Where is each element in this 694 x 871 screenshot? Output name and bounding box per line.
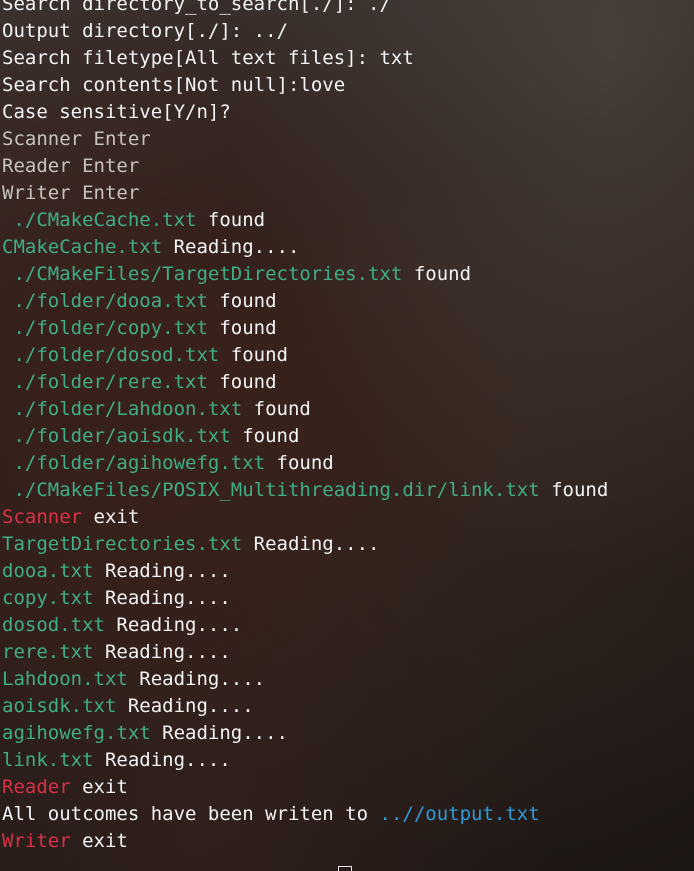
line-text: Scanner Enter (2, 128, 151, 150)
file-path: ./folder/dooa.txt (2, 290, 208, 312)
text-cursor-icon (338, 866, 352, 871)
terminal-line: Output directory[./]: ../ (2, 18, 694, 45)
terminal-line: ./folder/rere.txt found (2, 369, 694, 396)
terminal-line: Scanner Enter (2, 126, 694, 153)
terminal-line: ./folder/Lahdoon.txt found (2, 396, 694, 423)
thread-name: Writer (2, 830, 71, 852)
status-text: exit (70, 776, 128, 798)
terminal-line: Writer exit (2, 828, 694, 855)
terminal-line: Case sensitive[Y/n]? (2, 99, 694, 126)
terminal-line: ./folder/dosod.txt found (2, 342, 694, 369)
terminal-line: Scanner exit (2, 504, 694, 531)
terminal-line: TargetDirectories.txt Reading.... (2, 531, 694, 558)
terminal-line: Writer Enter (2, 180, 694, 207)
file-path: aoisdk.txt (2, 695, 117, 717)
terminal-line: ./CMakeFiles/POSIX_Multithreading.dir/li… (2, 477, 694, 504)
file-path: ./folder/agihowefg.txt (2, 452, 266, 474)
terminal-line: ./CMakeFiles/TargetDirectories.txt found (2, 261, 694, 288)
file-path: ./folder/rere.txt (2, 371, 208, 393)
status-text: found (207, 290, 277, 312)
status-text: found (402, 263, 472, 285)
status-text: Reading.... (242, 533, 380, 555)
output-path: ..//output.txt (379, 803, 540, 825)
terminal-line: ./folder/copy.txt found (2, 315, 694, 342)
file-path: ./folder/Lahdoon.txt (2, 398, 243, 420)
line-text: Reader Enter (2, 155, 140, 177)
status-text: found (539, 479, 609, 501)
terminal-line: ./CMakeCache.txt found (2, 207, 694, 234)
file-path: copy.txt (2, 587, 94, 609)
terminal-line: rere.txt Reading.... (2, 639, 694, 666)
file-path: dooa.txt (2, 560, 94, 582)
status-text: Reading.... (150, 722, 288, 744)
line-text: Output directory[./]: ../ (2, 20, 288, 42)
status-text: Reading.... (93, 641, 231, 663)
terminal-line: Search contents[Not null]:love (2, 72, 694, 99)
terminal-line: link.txt Reading.... (2, 747, 694, 774)
terminal-line: ./folder/aoisdk.txt found (2, 423, 694, 450)
status-text: found (207, 317, 277, 339)
terminal-output: Search directory_to_search[./]: ./ Outpu… (2, 0, 694, 855)
line-text: All outcomes have been writen to (2, 803, 380, 825)
terminal-line: All outcomes have been writen to ..//out… (2, 801, 694, 828)
terminal-line: copy.txt Reading.... (2, 585, 694, 612)
line-text: Case sensitive[Y/n]? (2, 101, 231, 123)
line-text: Writer Enter (2, 182, 140, 204)
file-path: agihowefg.txt (2, 722, 151, 744)
status-text: found (265, 452, 334, 474)
terminal-line: dosod.txt Reading.... (2, 612, 694, 639)
file-path: Lahdoon.txt (2, 668, 128, 690)
status-text: found (230, 425, 300, 447)
file-path: dosod.txt (2, 614, 105, 636)
terminal-line: Reader Enter (2, 153, 694, 180)
terminal-line: Search directory_to_search[./]: ./ (2, 0, 694, 18)
file-path: link.txt (2, 749, 94, 771)
file-path: ./folder/aoisdk.txt (2, 425, 231, 447)
status-text: Reading.... (127, 668, 266, 690)
status-text: Reading.... (116, 695, 254, 717)
line-text: Search contents[Not null]:love (2, 74, 346, 96)
terminal-line: agihowefg.txt Reading.... (2, 720, 694, 747)
terminal-line: ./folder/agihowefg.txt found (2, 450, 694, 477)
status-text: found (207, 371, 277, 393)
thread-name: Scanner (2, 506, 83, 528)
status-text: Reading.... (93, 587, 231, 609)
status-text: Reading.... (93, 560, 231, 582)
terminal-line: CMakeCache.txt Reading.... (2, 234, 694, 261)
file-path: TargetDirectories.txt (2, 533, 243, 555)
file-path: ./folder/dosod.txt (2, 344, 220, 366)
line-text: Search directory_to_search[./]: ./ (2, 0, 391, 15)
status-text: found (219, 344, 288, 366)
status-text: found (196, 209, 266, 231)
terminal-line: dooa.txt Reading.... (2, 558, 694, 585)
file-path: ./folder/copy.txt (2, 317, 208, 339)
terminal-line: Search filetype[All text files]: txt (2, 45, 694, 72)
terminal-line: aoisdk.txt Reading.... (2, 693, 694, 720)
line-text: Search filetype[All text files]: txt (2, 47, 414, 69)
file-path: ./CMakeFiles/POSIX_Multithreading.dir/li… (2, 479, 540, 501)
file-path: ./CMakeCache.txt (2, 209, 197, 231)
status-text: exit (82, 506, 140, 528)
status-text: exit (70, 830, 128, 852)
status-text: Reading.... (93, 749, 231, 771)
status-text: Reading.... (162, 236, 300, 258)
terminal-window[interactable]: Search directory_to_search[./]: ./ Outpu… (0, 0, 694, 871)
file-path: ./CMakeFiles/TargetDirectories.txt (2, 263, 403, 285)
terminal-line: Reader exit (2, 774, 694, 801)
terminal-line: ./folder/dooa.txt found (2, 288, 694, 315)
status-text: Reading.... (104, 614, 243, 636)
thread-name: Reader (2, 776, 71, 798)
file-path: rere.txt (2, 641, 94, 663)
status-text: found (242, 398, 311, 420)
terminal-line: Lahdoon.txt Reading.... (2, 666, 694, 693)
file-path: CMakeCache.txt (2, 236, 163, 258)
